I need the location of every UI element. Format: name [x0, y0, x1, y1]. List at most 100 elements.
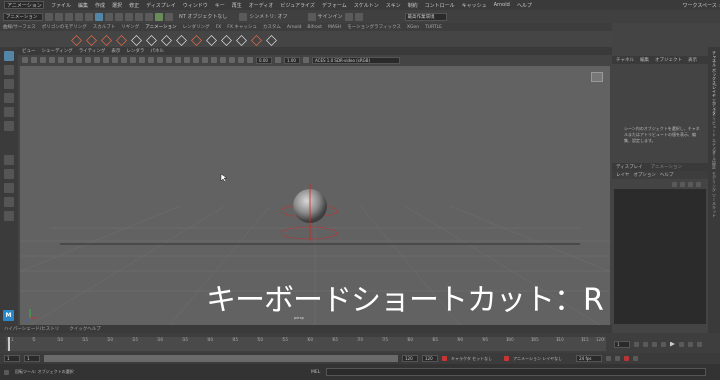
panel-menu-lighting[interactable]: ライティング — [79, 48, 106, 54]
layer-list[interactable] — [614, 189, 706, 324]
select-by-component-icon[interactable] — [115, 12, 123, 21]
cb-menu-object[interactable]: オブジェクト — [655, 57, 682, 63]
move-tool-icon[interactable] — [4, 93, 14, 103]
panel-menu-renderer[interactable]: レンダラ — [126, 48, 144, 54]
cb-menu-show[interactable]: 表示 — [688, 57, 697, 63]
menu-display[interactable]: ディスプレイ — [146, 2, 176, 9]
depth-of-field-icon[interactable] — [202, 57, 208, 63]
camera-attr-icon[interactable] — [31, 57, 37, 63]
skeleton-icon[interactable] — [175, 34, 186, 45]
four-view-layout-icon[interactable] — [4, 183, 14, 193]
last-tool-icon[interactable] — [4, 155, 14, 165]
shelf-tab[interactable]: TURTLE — [425, 25, 442, 30]
menu-skeleton[interactable]: スケルトン — [354, 2, 379, 9]
menu-visualize[interactable]: ビジュアライズ — [280, 2, 314, 9]
step-forward-frame-icon[interactable] — [679, 341, 684, 347]
wireframe-icon[interactable] — [121, 57, 127, 63]
ghost-icon[interactable] — [235, 34, 246, 45]
undo-icon[interactable] — [75, 12, 83, 21]
film-gate-icon[interactable] — [67, 57, 73, 63]
bind-skin-icon[interactable] — [205, 34, 216, 45]
quick-help-tab[interactable]: クイックヘルプ — [69, 326, 101, 332]
shelf-tab[interactable]: 曲線/サーフェス — [3, 24, 36, 30]
character-set-label[interactable]: キャラクタ セットなし — [451, 356, 492, 362]
workspace-dropdown[interactable]: 最高作業環境 — [404, 12, 447, 21]
shelf-tab[interactable]: モーショングラフィックス — [347, 24, 401, 30]
view-cube-icon[interactable] — [591, 72, 603, 82]
cb-menu-edit[interactable]: 編集 — [640, 57, 649, 63]
channel-box-side-tab[interactable]: チャネル ボックス/レイヤ エディタ — [711, 51, 717, 115]
set-key-translate-icon[interactable] — [85, 34, 96, 45]
gear-icon[interactable] — [354, 12, 363, 21]
shelf-tab[interactable]: リギング — [121, 24, 139, 30]
shelf-tab-active[interactable]: アニメーション — [145, 24, 176, 30]
shadows-icon[interactable] — [166, 57, 172, 63]
cluster-icon[interactable] — [250, 34, 261, 45]
end-time-field[interactable]: 120 — [422, 355, 438, 362]
go-to-start-icon[interactable] — [634, 341, 639, 347]
colorspace-dropdown[interactable]: ACES 1.0 SDR-video (sRGB) — [312, 56, 400, 64]
ambient-occlusion-icon[interactable] — [175, 57, 181, 63]
bookmark-icon[interactable] — [40, 57, 46, 63]
hypershade-tab[interactable]: ハイパーシェード/ヒストリ — [4, 326, 59, 332]
menu-key[interactable]: キー — [215, 2, 225, 9]
anti-alias-icon[interactable] — [193, 57, 199, 63]
select-by-hierarchy-icon[interactable] — [95, 12, 103, 21]
shelf-tab[interactable]: FX キャッシュ — [227, 24, 257, 30]
menu-cache[interactable]: キャッシュ — [462, 2, 487, 9]
display-layer-tab[interactable]: ディスプレイ — [616, 164, 643, 170]
resolution-gate-icon[interactable] — [76, 57, 82, 63]
timeline-ruler[interactable]: 1 5 10 15 20 25 30 35 40 45 50 55 60 65 … — [6, 337, 606, 351]
shelf-tab[interactable]: Arnold — [287, 25, 302, 30]
motion-blur-icon[interactable] — [184, 57, 190, 63]
lattice-icon[interactable] — [265, 34, 276, 45]
set-key-icon[interactable] — [70, 34, 81, 45]
graph-editor-icon[interactable] — [130, 34, 141, 45]
menu-modify[interactable]: 修正 — [129, 2, 139, 9]
layer-menu-layers[interactable]: レイヤ — [616, 172, 629, 178]
smooth-shade-icon[interactable] — [130, 57, 136, 63]
command-input[interactable] — [326, 368, 707, 376]
current-frame-field[interactable]: 1 — [614, 340, 630, 348]
render-icon[interactable] — [155, 12, 163, 21]
play-forwards-icon[interactable] — [670, 341, 675, 347]
select-by-object-icon[interactable] — [105, 12, 113, 21]
panel-menu-view[interactable]: ビュー — [22, 48, 36, 54]
scale-tool-icon[interactable] — [4, 121, 14, 131]
step-forward-key-icon[interactable] — [688, 341, 693, 347]
shelf-tab[interactable]: レンダリング — [183, 24, 210, 30]
step-back-frame-icon[interactable] — [652, 341, 657, 347]
gamma-field[interactable]: 1.00 — [284, 56, 300, 64]
lasso-tool-icon[interactable] — [4, 65, 14, 75]
loop-icon[interactable] — [615, 356, 621, 361]
range-bar[interactable] — [44, 355, 398, 362]
save-scene-icon[interactable] — [65, 12, 73, 21]
zoom-icon[interactable] — [4, 211, 14, 221]
anim-layer-label[interactable]: アニメーション レイヤなし — [513, 356, 562, 362]
menu-select[interactable]: 選択 — [112, 2, 122, 9]
play-backwards-icon[interactable] — [661, 341, 666, 347]
set-key-rotate-icon[interactable] — [100, 34, 111, 45]
isolate-icon[interactable] — [211, 57, 217, 63]
lights-icon[interactable] — [157, 57, 163, 63]
menu-help[interactable]: ヘルプ — [517, 2, 532, 9]
start-time-field[interactable]: 1 — [4, 355, 20, 362]
outliner-layout-icon[interactable] — [4, 197, 14, 207]
menu-arnold[interactable]: Arnold — [494, 2, 510, 8]
camera-icon[interactable] — [22, 57, 28, 63]
symmetry-label[interactable]: シンメトリ: オフ — [249, 13, 287, 20]
shelf-tab[interactable]: スカルプト — [93, 24, 116, 30]
menu-file[interactable]: ファイル — [51, 2, 71, 9]
move-layer-up-icon[interactable] — [672, 181, 677, 187]
shelf-tab[interactable]: Bifrost — [307, 25, 322, 30]
menu-create[interactable]: 作成 — [95, 2, 105, 9]
menu-audio[interactable]: オーディオ — [249, 2, 274, 9]
shelf-tab[interactable]: ポリゴンのモデリング — [42, 24, 87, 30]
ik-handle-icon[interactable] — [190, 34, 201, 45]
textured-icon[interactable] — [148, 57, 154, 63]
exposure-field[interactable]: 0.00 — [256, 56, 272, 64]
safe-action-icon[interactable] — [103, 57, 109, 63]
xray-icon[interactable] — [220, 57, 226, 63]
safe-title-icon[interactable] — [112, 57, 118, 63]
new-scene-icon[interactable] — [45, 12, 53, 21]
